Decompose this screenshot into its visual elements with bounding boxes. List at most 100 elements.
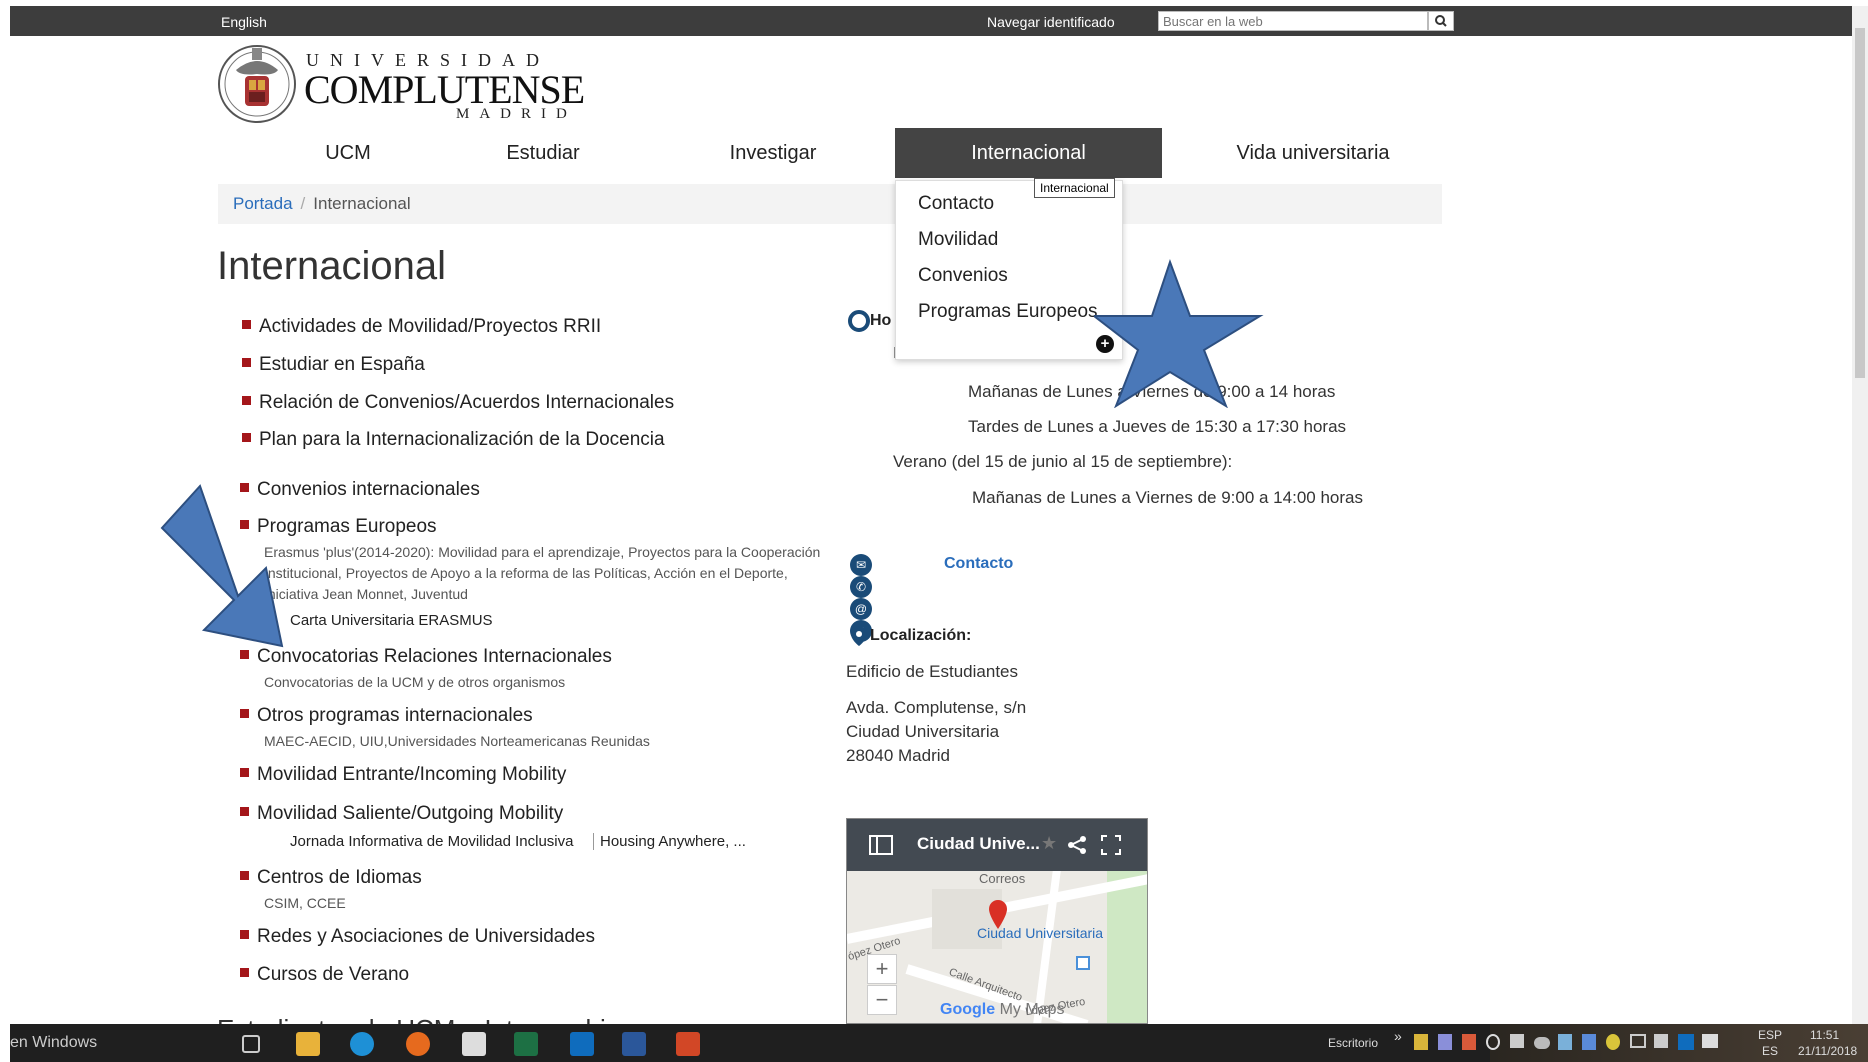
internacional-dropdown-menu: Contacto Movilidad Convenios Programas E…	[895, 180, 1123, 360]
section-heading-partial-text: Estudiantes de UCM e Intercambio	[217, 1014, 620, 1024]
search-icon	[1435, 15, 1447, 27]
tooltip: Internacional	[1034, 178, 1115, 198]
map-title: Ciudad Unive...	[917, 834, 1040, 853]
clock-icon	[848, 310, 870, 332]
volume-icon[interactable]	[1654, 1034, 1668, 1048]
search-input[interactable]	[1158, 11, 1428, 31]
toolbar-chevron[interactable]: »	[1394, 1028, 1402, 1044]
list-item-label: Plan para la Internacionalización de la …	[259, 429, 665, 450]
share-icon[interactable]	[1067, 835, 1087, 855]
nav-item-investigar[interactable]: Investigar	[678, 128, 868, 178]
tray-icon[interactable]	[1558, 1034, 1572, 1050]
onedrive-icon[interactable]	[1534, 1037, 1550, 1049]
fullscreen-icon[interactable]	[1101, 835, 1121, 855]
input-language-top[interactable]: ESP	[1758, 1028, 1782, 1042]
tray-icon[interactable]	[1414, 1034, 1428, 1050]
list-item[interactable]: Redes y Asociaciones de Universidades	[240, 926, 595, 948]
map-header: Ciudad Unive... ★	[847, 819, 1147, 871]
contact-link[interactable]: Contacto	[944, 555, 1013, 573]
address-line: Avda. Complutense, s/n	[846, 698, 1027, 717]
main-navigation: UCM Estudiar Investigar Internacional Vi…	[218, 128, 1442, 178]
list-item[interactable]: Relación de Convenios/Acuerdos Internaci…	[242, 392, 674, 414]
map-place-label: Ciudad Universitaria	[977, 925, 1104, 941]
dropdown-item-programas-europeos[interactable]: Programas Europeos	[918, 301, 1098, 323]
localizacion-heading-text: Localización:	[870, 627, 972, 645]
edge-browser-icon[interactable]	[350, 1032, 374, 1056]
mail-icon: ✉	[850, 554, 872, 576]
sub-link-label: Jornada Informativa de Movilidad Inclusi…	[290, 833, 574, 850]
bullet	[242, 433, 251, 442]
outlook-tray-icon[interactable]	[1678, 1034, 1694, 1050]
windows-watermark-text: en Windows	[10, 1034, 98, 1051]
star-icon[interactable]: ★	[1041, 833, 1057, 854]
nav-item-vida-universitaria[interactable]: Vida universitaria	[1193, 128, 1433, 178]
page-title: Internacional	[217, 244, 447, 288]
system-tray-icons[interactable]	[1414, 1034, 1734, 1054]
powerpoint-icon[interactable]	[676, 1032, 700, 1056]
bullet	[240, 807, 249, 816]
map-legend-icon[interactable]	[869, 835, 893, 855]
list-item-description: Convocatorias de la UCM y de otros organ…	[264, 674, 566, 690]
clock-time[interactable]: 11:51	[1810, 1028, 1839, 1042]
page-scrollbar[interactable]	[1852, 6, 1868, 1024]
notifications-icon[interactable]	[1702, 1034, 1718, 1048]
list-item[interactable]: Otros programas internacionales	[240, 705, 533, 727]
input-language-bottom[interactable]: ES	[1762, 1044, 1778, 1058]
nav-item-ucm[interactable]: UCM	[258, 128, 438, 178]
clock-date[interactable]: 21/11/2018	[1798, 1044, 1857, 1058]
tray-icon[interactable]	[1510, 1034, 1524, 1048]
list-item-label: Estudiar en España	[259, 354, 425, 375]
list-item[interactable]: Actividades de Movilidad/Proyectos RRII	[242, 316, 601, 338]
tray-icon[interactable]	[1582, 1034, 1596, 1050]
nav-item-estudiar[interactable]: Estudiar	[453, 128, 633, 178]
scrollbar-thumb[interactable]	[1855, 28, 1865, 378]
sub-link-label: Housing Anywhere, ...	[600, 833, 746, 850]
list-item[interactable]: Plan para la Internacionalización de la …	[242, 429, 665, 451]
breadcrumb-current: Internacional	[313, 194, 411, 213]
network-icon[interactable]	[1630, 1034, 1646, 1048]
list-item-description: MAEC-AECID, UIU,Universidades Norteameri…	[264, 733, 650, 749]
horario-heading-text: Ho	[870, 312, 892, 330]
dropdown-item-convenios[interactable]: Convenios	[918, 265, 1008, 287]
bullet	[240, 968, 249, 977]
tray-icon[interactable]	[1438, 1034, 1452, 1050]
annotation-star-icon	[1094, 258, 1264, 408]
list-item[interactable]: Estudiar en España	[242, 354, 425, 376]
sub-link[interactable]: Jornada Informativa de Movilidad Inclusi…	[290, 833, 573, 850]
desktop-toolbar-label[interactable]: Escritorio	[1328, 1036, 1378, 1050]
nav-item-internacional[interactable]: Internacional	[895, 128, 1162, 178]
breadcrumb-home-link[interactable]: Portada	[233, 194, 293, 213]
embedded-map[interactable]: Ciudad Unive... ★ Correos Ciudad Univers…	[846, 818, 1148, 1024]
tray-icon[interactable]	[1486, 1034, 1500, 1050]
dropdown-item-contacto[interactable]: Contacto	[918, 193, 994, 215]
address-line: Ciudad Universitaria	[846, 722, 1000, 741]
login-link[interactable]: Navegar identificado	[987, 14, 1115, 30]
ucm-logo[interactable]: UNIVERSIDAD COMPLUTENSE MADRID	[216, 38, 586, 128]
language-link[interactable]: English	[221, 14, 267, 30]
task-view-icon[interactable]	[242, 1035, 260, 1053]
list-item-label: Actividades de Movilidad/Proyectos RRII	[259, 316, 602, 337]
top-utility-bar: English Navegar identificado	[10, 6, 1852, 36]
store-icon[interactable]	[462, 1032, 486, 1056]
file-explorer-icon[interactable]	[296, 1032, 320, 1056]
tray-icon[interactable]	[1462, 1034, 1476, 1050]
sub-link[interactable]: Housing Anywhere, ...	[593, 833, 746, 850]
dropdown-item-movilidad[interactable]: Movilidad	[918, 229, 998, 251]
search-button[interactable]	[1428, 11, 1454, 31]
logo-line-madrid: MADRID	[456, 106, 577, 122]
list-item[interactable]: Cursos de Verano	[240, 964, 409, 986]
list-item[interactable]: Movilidad Saliente/Outgoing Mobility	[240, 803, 563, 825]
schedule-line: Mañanas de Lunes a Viernes de 9:00 a 14:…	[972, 488, 1363, 507]
firefox-icon[interactable]	[406, 1032, 430, 1056]
word-icon[interactable]	[622, 1032, 646, 1056]
bullet	[242, 358, 251, 367]
excel-icon[interactable]	[514, 1032, 538, 1056]
section-heading-partial: Estudiantes de UCM e Intercambio	[217, 1010, 620, 1024]
outlook-icon[interactable]	[570, 1032, 594, 1056]
map-zoom-in-button[interactable]: +	[867, 954, 897, 984]
tray-icon[interactable]	[1606, 1034, 1620, 1050]
phone-icon: ✆	[850, 576, 872, 598]
map-zoom-out-button[interactable]: −	[867, 985, 897, 1015]
list-item[interactable]: Movilidad Entrante/Incoming Mobility	[240, 764, 566, 786]
list-item[interactable]: Centros de Idiomas	[240, 867, 422, 889]
